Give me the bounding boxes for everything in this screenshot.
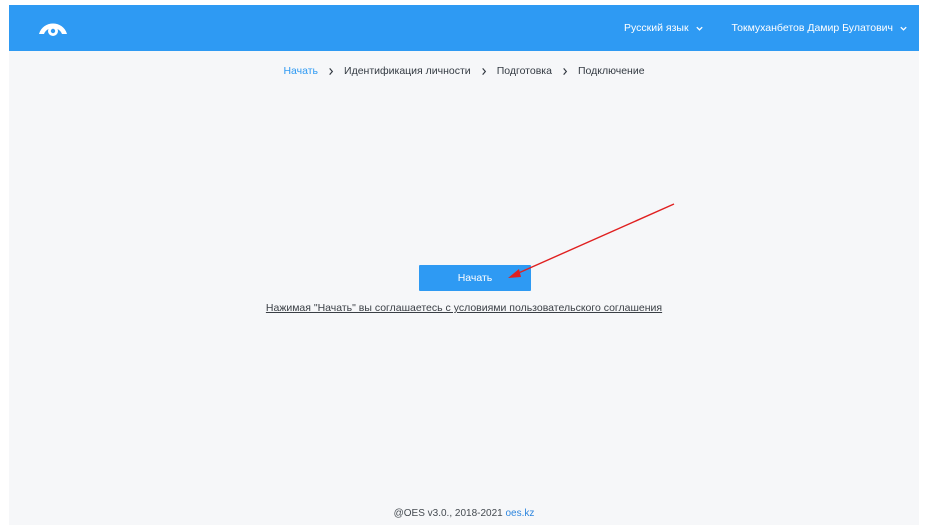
language-label: Русский язык xyxy=(624,22,689,34)
footer: @OES v3.0., 2018-2021 oes.kz xyxy=(9,508,919,519)
footer-copyright: @OES v3.0., 2018-2021 xyxy=(393,508,503,519)
user-menu-dropdown[interactable]: Токмуханбетов Дамир Булатович xyxy=(732,22,908,34)
chevron-down-icon xyxy=(900,26,907,31)
breadcrumb-step-preparation: Подготовка xyxy=(496,65,552,77)
breadcrumb: Начать Идентификация личности Подготовка… xyxy=(9,65,919,77)
header-menus: Русский язык Токмуханбетов Дамир Булатов… xyxy=(624,5,908,51)
language-dropdown[interactable]: Русский язык xyxy=(624,22,704,34)
chevron-right-icon xyxy=(563,67,568,75)
chevron-right-icon xyxy=(329,67,334,75)
user-agreement-link[interactable]: Нажимая "Начать" вы соглашаетесь с услов… xyxy=(9,302,919,314)
eye-logo-icon[interactable] xyxy=(37,18,69,38)
breadcrumb-step-start[interactable]: Начать xyxy=(283,65,318,77)
top-navbar: Русский язык Токмуханбетов Дамир Булатов… xyxy=(9,5,919,51)
user-name-label: Токмуханбетов Дамир Булатович xyxy=(731,22,893,34)
breadcrumb-step-identification: Идентификация личности xyxy=(344,65,471,77)
chevron-down-icon xyxy=(695,26,703,31)
chevron-right-icon xyxy=(481,67,486,75)
breadcrumb-step-connection: Подключение xyxy=(577,65,645,77)
app-window: Русский язык Токмуханбетов Дамир Булатов… xyxy=(9,5,919,525)
footer-site-link[interactable]: oes.kz xyxy=(505,508,534,519)
start-button[interactable]: Начать xyxy=(419,265,531,291)
